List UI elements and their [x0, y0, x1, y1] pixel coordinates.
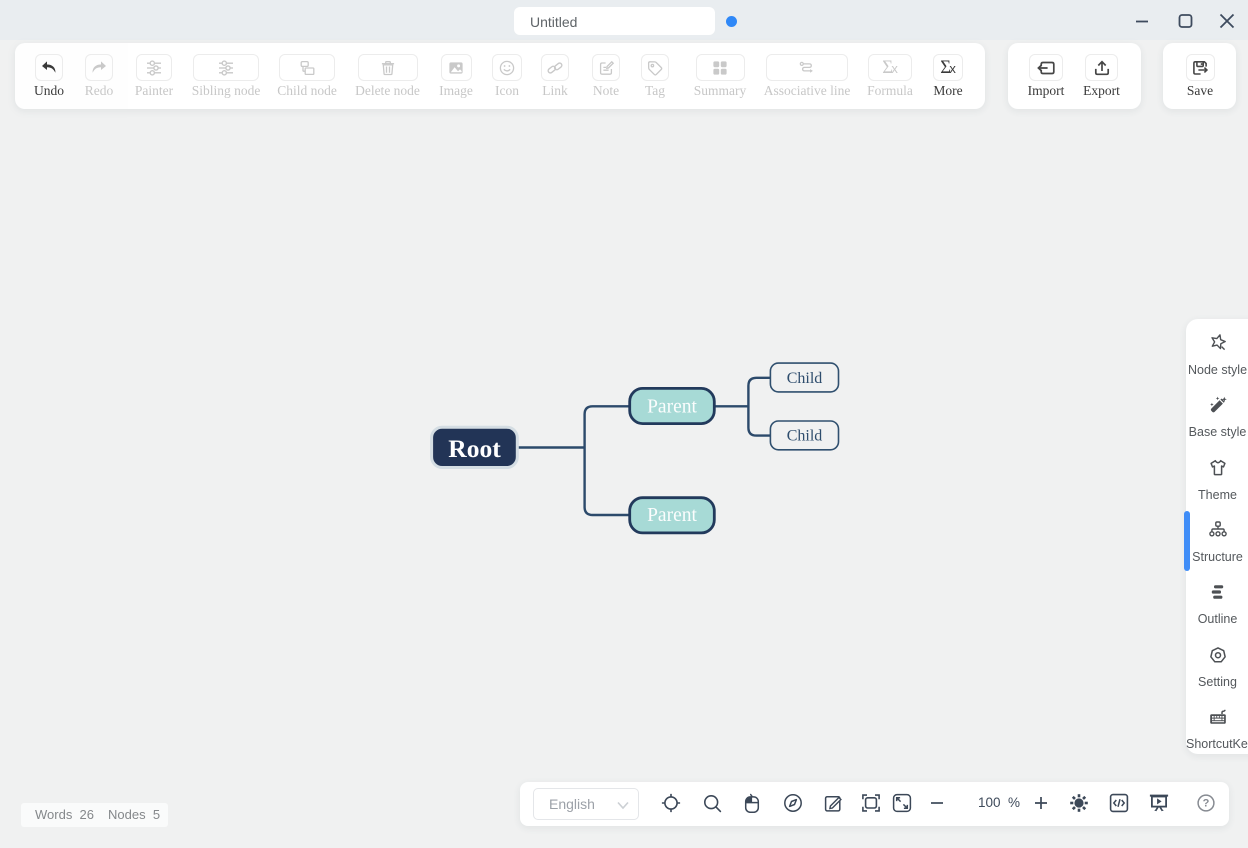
svg-text:Root: Root [448, 434, 501, 463]
svg-text:x: x [891, 61, 898, 76]
svg-text:Child: Child [787, 428, 823, 445]
svg-text:?: ? [1203, 798, 1210, 810]
svg-text:Child: Child [787, 370, 823, 387]
svg-text:x: x [949, 61, 956, 76]
svg-text:Parent: Parent [647, 505, 697, 526]
svg-text:Parent: Parent [647, 396, 697, 417]
